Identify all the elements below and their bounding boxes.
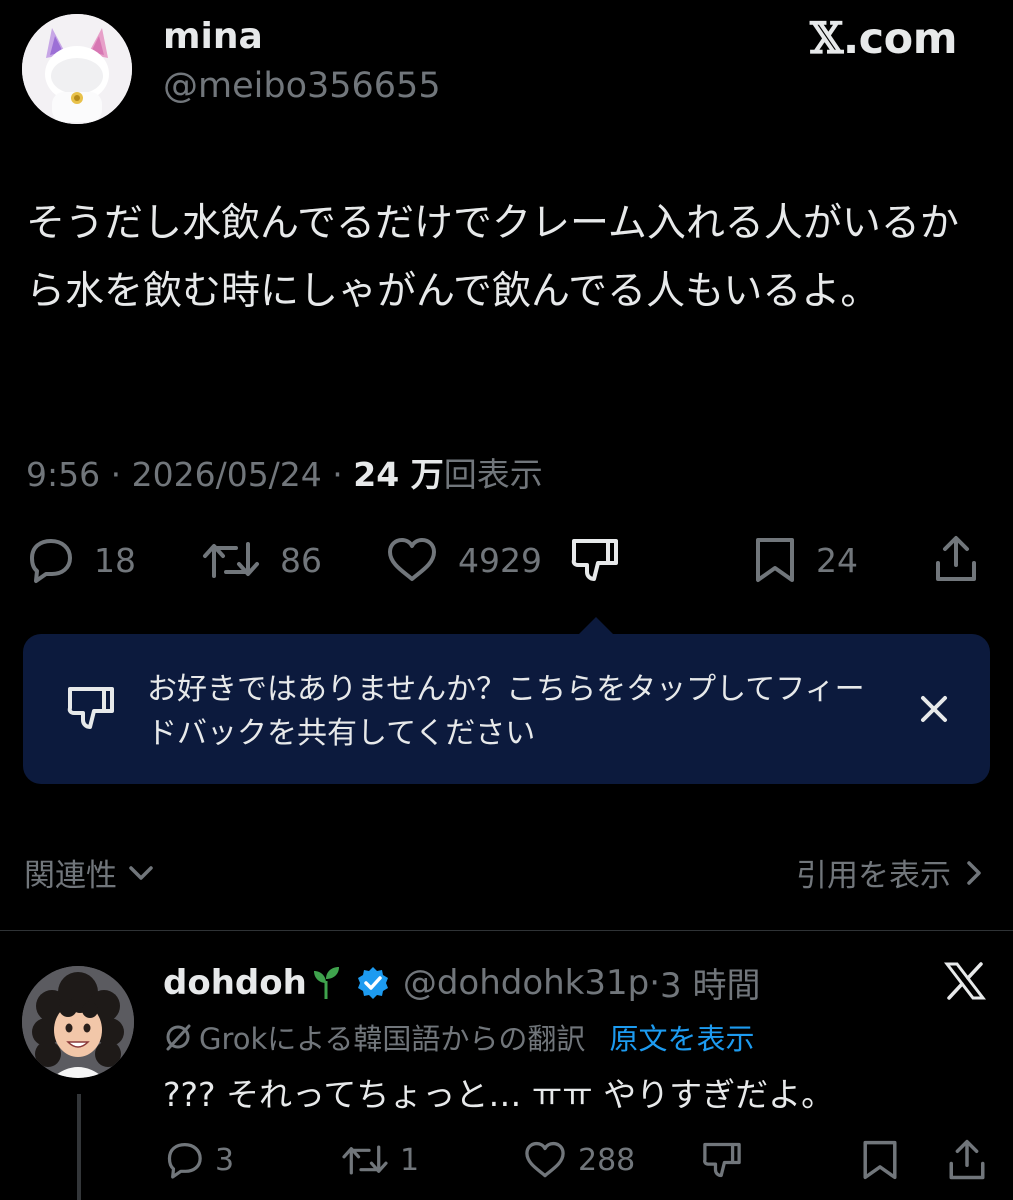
share-icon bbox=[932, 533, 980, 585]
reply-button[interactable]: 18 bbox=[24, 536, 136, 584]
reply-time[interactable]: 3 時間 bbox=[660, 958, 760, 1007]
reply-display-name[interactable]: dohdoh bbox=[163, 963, 307, 1003]
reply-like-count: 288 bbox=[578, 1142, 636, 1178]
bookmark-count: 24 bbox=[816, 540, 858, 580]
banner-pointer bbox=[578, 617, 614, 635]
bookmark-icon bbox=[752, 535, 798, 585]
author-avatar[interactable] bbox=[22, 14, 132, 124]
chevron-right-icon bbox=[965, 859, 983, 887]
dislike-icon bbox=[64, 683, 118, 737]
reply-icon bbox=[24, 536, 76, 584]
reply-text: ??? それってちょっと… ㅠㅠ やりすぎだよ。 bbox=[163, 1075, 835, 1114]
share-icon bbox=[946, 1137, 988, 1183]
dislike-icon bbox=[568, 535, 622, 585]
reply-header: dohdoh @dohdohk31p · 3 時間 bbox=[163, 958, 760, 1007]
share-button[interactable] bbox=[932, 533, 980, 585]
like-count: 4929 bbox=[458, 540, 542, 580]
reply-share-button[interactable] bbox=[946, 1137, 988, 1183]
repost-button[interactable]: 86 bbox=[200, 536, 322, 584]
brand-domain: .com bbox=[842, 14, 958, 64]
meta-separator: · bbox=[321, 455, 354, 494]
tweet-detail-page: mina @meibo356655 𝕏.com そうだし水飲んでるだけでクレーム… bbox=[0, 0, 1013, 1200]
author-display-name[interactable]: mina bbox=[163, 16, 263, 57]
tweet-meta: 9:56 · 2026/05/24 · 24 万回表示 bbox=[26, 448, 543, 496]
sort-relevance-button[interactable]: 関連性 bbox=[24, 850, 155, 895]
thread-connector bbox=[77, 1094, 81, 1200]
reply-repost-button[interactable]: 1 bbox=[340, 1140, 419, 1180]
like-button[interactable]: 4929 bbox=[384, 536, 542, 584]
reply-reply-button[interactable]: 3 bbox=[163, 1140, 234, 1180]
close-icon[interactable] bbox=[915, 690, 953, 732]
grok-icon bbox=[163, 1022, 193, 1052]
show-quotes-link[interactable]: 引用を表示 bbox=[796, 850, 983, 895]
bookmark-icon bbox=[860, 1138, 900, 1182]
show-quotes-label: 引用を表示 bbox=[796, 858, 951, 894]
tweet-text: そうだし水飲んでるだけでクレーム入れる人がいるから水を飲む時にしゃがんで飲んでる… bbox=[26, 201, 959, 314]
chevron-down-icon bbox=[127, 863, 155, 883]
dislike-icon bbox=[700, 1139, 744, 1181]
reply-dislike-button[interactable] bbox=[700, 1139, 744, 1181]
translation-note: Grokによる韓国語からの翻訳 原文を表示 bbox=[163, 1016, 754, 1058]
x-logo-icon: 𝕏 bbox=[809, 14, 843, 64]
translation-note-text: Grokによる韓国語からの翻訳 bbox=[199, 1022, 586, 1056]
sort-relevance-label: 関連性 bbox=[24, 858, 117, 894]
reply-bookmark-button[interactable] bbox=[860, 1138, 900, 1182]
x-com-brand: 𝕏.com bbox=[809, 14, 958, 64]
divider bbox=[0, 930, 1013, 931]
reply-separator: · bbox=[649, 962, 661, 1003]
reply-author-avatar[interactable] bbox=[22, 966, 134, 1078]
views-count[interactable]: 24 万 bbox=[353, 455, 443, 494]
tweet-date[interactable]: 2026/05/24 bbox=[132, 455, 322, 494]
x-logo-icon bbox=[943, 961, 987, 1005]
reply-icon bbox=[163, 1140, 205, 1180]
bookmark-button[interactable]: 24 bbox=[752, 535, 858, 585]
repost-count: 86 bbox=[280, 540, 322, 580]
show-original-link[interactable]: 原文を表示 bbox=[609, 1016, 754, 1058]
sprout-icon bbox=[311, 965, 341, 1001]
reply-repost-count: 1 bbox=[400, 1142, 420, 1178]
reply-count: 18 bbox=[94, 540, 136, 580]
repost-icon bbox=[200, 536, 262, 584]
verified-icon bbox=[355, 965, 391, 1001]
like-icon bbox=[384, 536, 440, 584]
reply-handle[interactable]: @dohdohk31p bbox=[403, 963, 649, 1003]
dislike-button[interactable] bbox=[568, 535, 622, 585]
views-label[interactable]: 回表示 bbox=[444, 455, 543, 494]
reply-like-button[interactable]: 288 bbox=[522, 1140, 635, 1180]
repost-icon bbox=[340, 1140, 390, 1180]
reply-reply-count: 3 bbox=[215, 1142, 235, 1178]
tweet-time[interactable]: 9:56 bbox=[26, 455, 100, 494]
meta-separator: · bbox=[100, 455, 132, 494]
feedback-banner-text[interactable]: お好きではありませんか？こちらをタップしてフィードバックを共有してください bbox=[147, 668, 867, 756]
author-handle[interactable]: @meibo356655 bbox=[163, 66, 441, 106]
like-icon bbox=[522, 1140, 568, 1180]
